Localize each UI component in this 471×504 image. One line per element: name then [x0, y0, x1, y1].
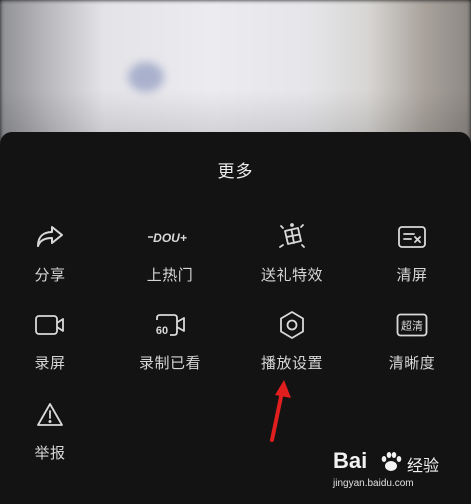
gift-effect-label: 送礼特效: [260, 266, 323, 284]
playback-settings-button[interactable]: 播放设置: [233, 308, 351, 378]
record-screen-button[interactable]: 录屏: [0, 308, 109, 378]
record-watched-button[interactable]: 60 录制已看: [111, 308, 229, 378]
share-button[interactable]: 分享: [0, 220, 109, 290]
clear-screen-button[interactable]: 清屏: [353, 220, 471, 290]
dou-plus-icon: DOU+: [148, 220, 190, 254]
resolution-icon: 超清: [392, 308, 432, 342]
svg-text:超清: 超清: [401, 319, 423, 333]
resolution-label: 清晰度: [388, 354, 436, 372]
watermark-brand-suffix: 经验: [407, 456, 440, 475]
report-button[interactable]: 举报: [0, 398, 109, 468]
record-watched-label: 录制已看: [138, 354, 201, 372]
baidu-watermark: Bai 经验 jingyan.baidu.com: [333, 448, 453, 496]
watermark-url: jingyan.baidu.com: [333, 478, 414, 489]
record-watched-icon: 60: [150, 308, 190, 342]
video-background: [0, 0, 471, 150]
promote-button[interactable]: DOU+ 上热门: [111, 220, 229, 290]
share-icon: [30, 220, 70, 254]
record-screen-icon: [30, 308, 70, 342]
clear-screen-label: 清屏: [396, 266, 428, 284]
gift-effect-icon: [272, 220, 312, 254]
report-warning-icon: [30, 398, 70, 432]
record-screen-label: 录屏: [34, 354, 66, 372]
playback-settings-label: 播放设置: [260, 354, 323, 372]
report-label: 举报: [34, 444, 66, 462]
svg-text:DOU+: DOU+: [153, 231, 187, 245]
share-label: 分享: [34, 266, 66, 284]
resolution-button[interactable]: 超清 清晰度: [353, 308, 471, 378]
settings-hexagon-icon: [272, 308, 312, 342]
gift-effect-button[interactable]: 送礼特效: [233, 220, 351, 290]
sheet-title: 更多: [217, 162, 254, 182]
svg-text:60: 60: [156, 325, 168, 337]
watermark-brand: Bai: [333, 448, 368, 473]
clear-screen-icon: [392, 220, 432, 254]
promote-label: 上热门: [146, 266, 194, 284]
annotation-arrow: [270, 380, 291, 442]
baidu-paw-icon: [381, 452, 402, 471]
